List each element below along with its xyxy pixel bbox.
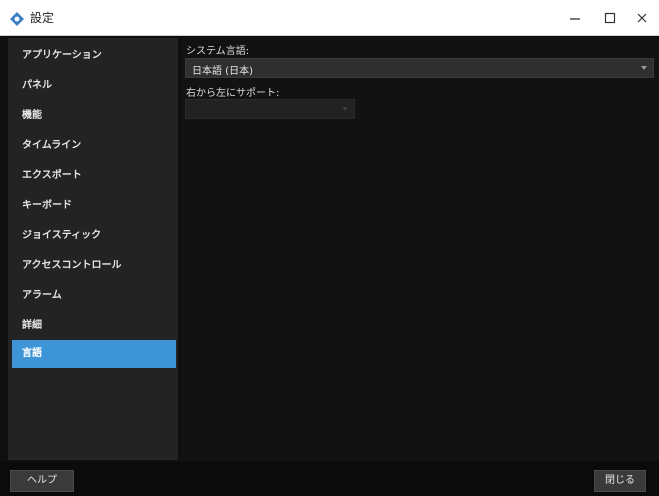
sidebar-item-label: アクセスコントロール <box>22 260 122 271</box>
sidebar-item-alarm[interactable]: アラーム <box>12 282 176 310</box>
chevron-down-icon <box>342 107 348 111</box>
maximize-icon <box>604 9 616 28</box>
minimize-icon <box>569 9 581 28</box>
sidebar-item-functions[interactable]: 機能 <box>12 102 176 130</box>
sidebar-item-label: アラーム <box>22 290 62 301</box>
sidebar-item-panel[interactable]: パネル <box>12 72 176 100</box>
sidebar-item-keyboard[interactable]: キーボード <box>12 192 176 220</box>
sidebar-item-label: 言語 <box>22 348 42 359</box>
sidebar-item-label: ジョイスティック <box>22 230 102 241</box>
sidebar-item-language[interactable]: 言語 <box>12 340 176 368</box>
close-icon <box>636 9 648 28</box>
chevron-down-icon <box>641 66 647 70</box>
settings-content: システム言語: 日本語 (日本) 右から左にサポート: <box>182 38 659 460</box>
sidebar-item-label: エクスポート <box>22 170 82 181</box>
settings-sidebar: アプリケーション パネル 機能 タイムライン エクスポート キーボード ジョイス… <box>8 38 178 460</box>
sidebar-item-export[interactable]: エクスポート <box>12 162 176 190</box>
sidebar-item-label: アプリケーション <box>22 50 102 61</box>
sidebar-item-label: 機能 <box>22 110 42 121</box>
sidebar-item-application[interactable]: アプリケーション <box>12 42 176 70</box>
sidebar-item-access-control[interactable]: アクセスコントロール <box>12 252 176 280</box>
sidebar-item-label: タイムライン <box>22 140 82 151</box>
window-title: 設定 <box>30 11 55 25</box>
title-bar[interactable]: 設定 <box>0 0 659 36</box>
close-button[interactable]: 閉じる <box>594 470 646 492</box>
maximize-button[interactable] <box>592 0 628 36</box>
close-window-button[interactable] <box>624 0 659 36</box>
sidebar-item-label: キーボード <box>22 200 72 211</box>
sidebar-item-advanced[interactable]: 詳細 <box>12 312 176 340</box>
system-language-dropdown[interactable]: 日本語 (日本) <box>185 58 654 78</box>
settings-window: 設定 アプリケーション パネル 機能 タイムライン エクスポート キーボード ジ… <box>0 0 659 496</box>
sidebar-item-joystick[interactable]: ジョイスティック <box>12 222 176 250</box>
rtl-support-dropdown[interactable] <box>185 99 355 119</box>
app-logo-icon <box>10 11 24 26</box>
sidebar-item-label: 詳細 <box>22 320 42 331</box>
help-button[interactable]: ヘルプ <box>10 470 74 492</box>
system-language-label: システム言語: <box>186 46 250 57</box>
system-language-value: 日本語 (日本) <box>192 66 253 77</box>
sidebar-item-timeline[interactable]: タイムライン <box>12 132 176 160</box>
sidebar-item-label: パネル <box>22 80 52 91</box>
minimize-button[interactable] <box>557 0 593 36</box>
footer-bar: ヘルプ 閉じる <box>0 462 659 496</box>
rtl-support-label: 右から左にサポート: <box>186 88 280 99</box>
